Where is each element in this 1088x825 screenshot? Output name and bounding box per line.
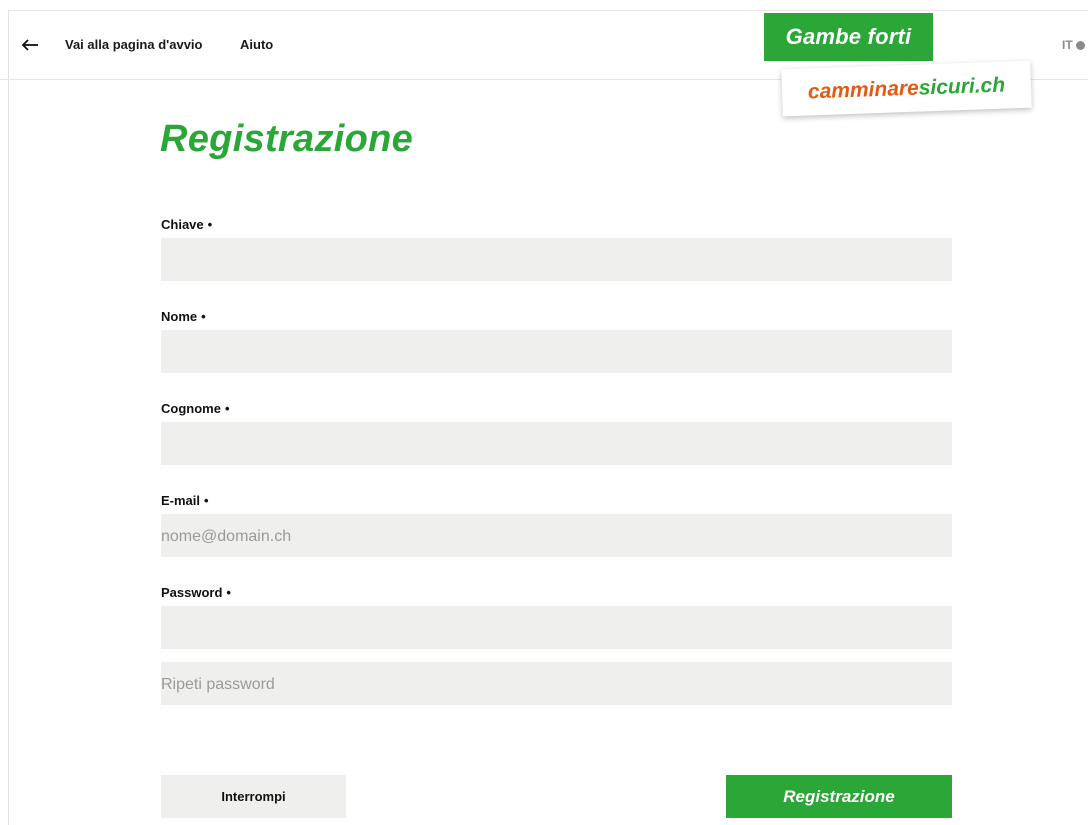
field-label-key: Chiave • [161, 217, 212, 232]
field-label-password: Password • [161, 585, 231, 600]
field-label-text: Cognome [161, 401, 221, 416]
repeat-password-field[interactable] [161, 662, 952, 705]
required-marker: • [226, 585, 231, 600]
cancel-button[interactable]: Interrompi [161, 775, 346, 818]
required-marker: • [201, 309, 206, 324]
language-label: IT [1062, 38, 1073, 52]
password-field[interactable] [161, 606, 952, 649]
logo-site-part2: sicuri.ch [918, 73, 1006, 100]
first-name-field[interactable] [161, 330, 952, 373]
key-field[interactable] [161, 238, 952, 281]
language-switcher[interactable]: IT [1062, 38, 1085, 52]
logo-site-part1: camminare [807, 76, 920, 103]
logo-site-name[interactable]: camminare sicuri.ch [781, 60, 1032, 117]
required-marker: • [207, 217, 213, 232]
repeat-password-placeholder: Ripeti password [161, 676, 275, 693]
logo-tagline: Gambe forti [764, 13, 933, 61]
field-label-text: Nome [161, 309, 198, 324]
help-link[interactable]: Aiuto [240, 37, 273, 52]
last-name-field[interactable] [161, 422, 952, 465]
required-marker: • [204, 493, 209, 508]
field-label-text: Password [161, 585, 223, 600]
required-marker: • [224, 401, 230, 416]
field-label-first-name: Nome • [161, 309, 206, 324]
field-label-text: Chiave [161, 217, 204, 232]
logo-tagline-text: Gambe forti [785, 24, 912, 49]
field-label-text: E-mail [161, 493, 201, 508]
window-left-border [0, 10, 9, 825]
email-placeholder: nome@domain.ch [161, 528, 292, 545]
field-label-email: E-mail • [161, 493, 209, 508]
home-link[interactable]: Vai alla pagina d'avvio [65, 37, 202, 52]
register-button[interactable]: Registrazione [726, 775, 952, 818]
field-label-last-name: Cognome • [161, 401, 230, 416]
arrow-left-icon[interactable] [20, 35, 40, 55]
page-title: Registrazione [160, 118, 414, 160]
globe-icon [1075, 41, 1085, 50]
